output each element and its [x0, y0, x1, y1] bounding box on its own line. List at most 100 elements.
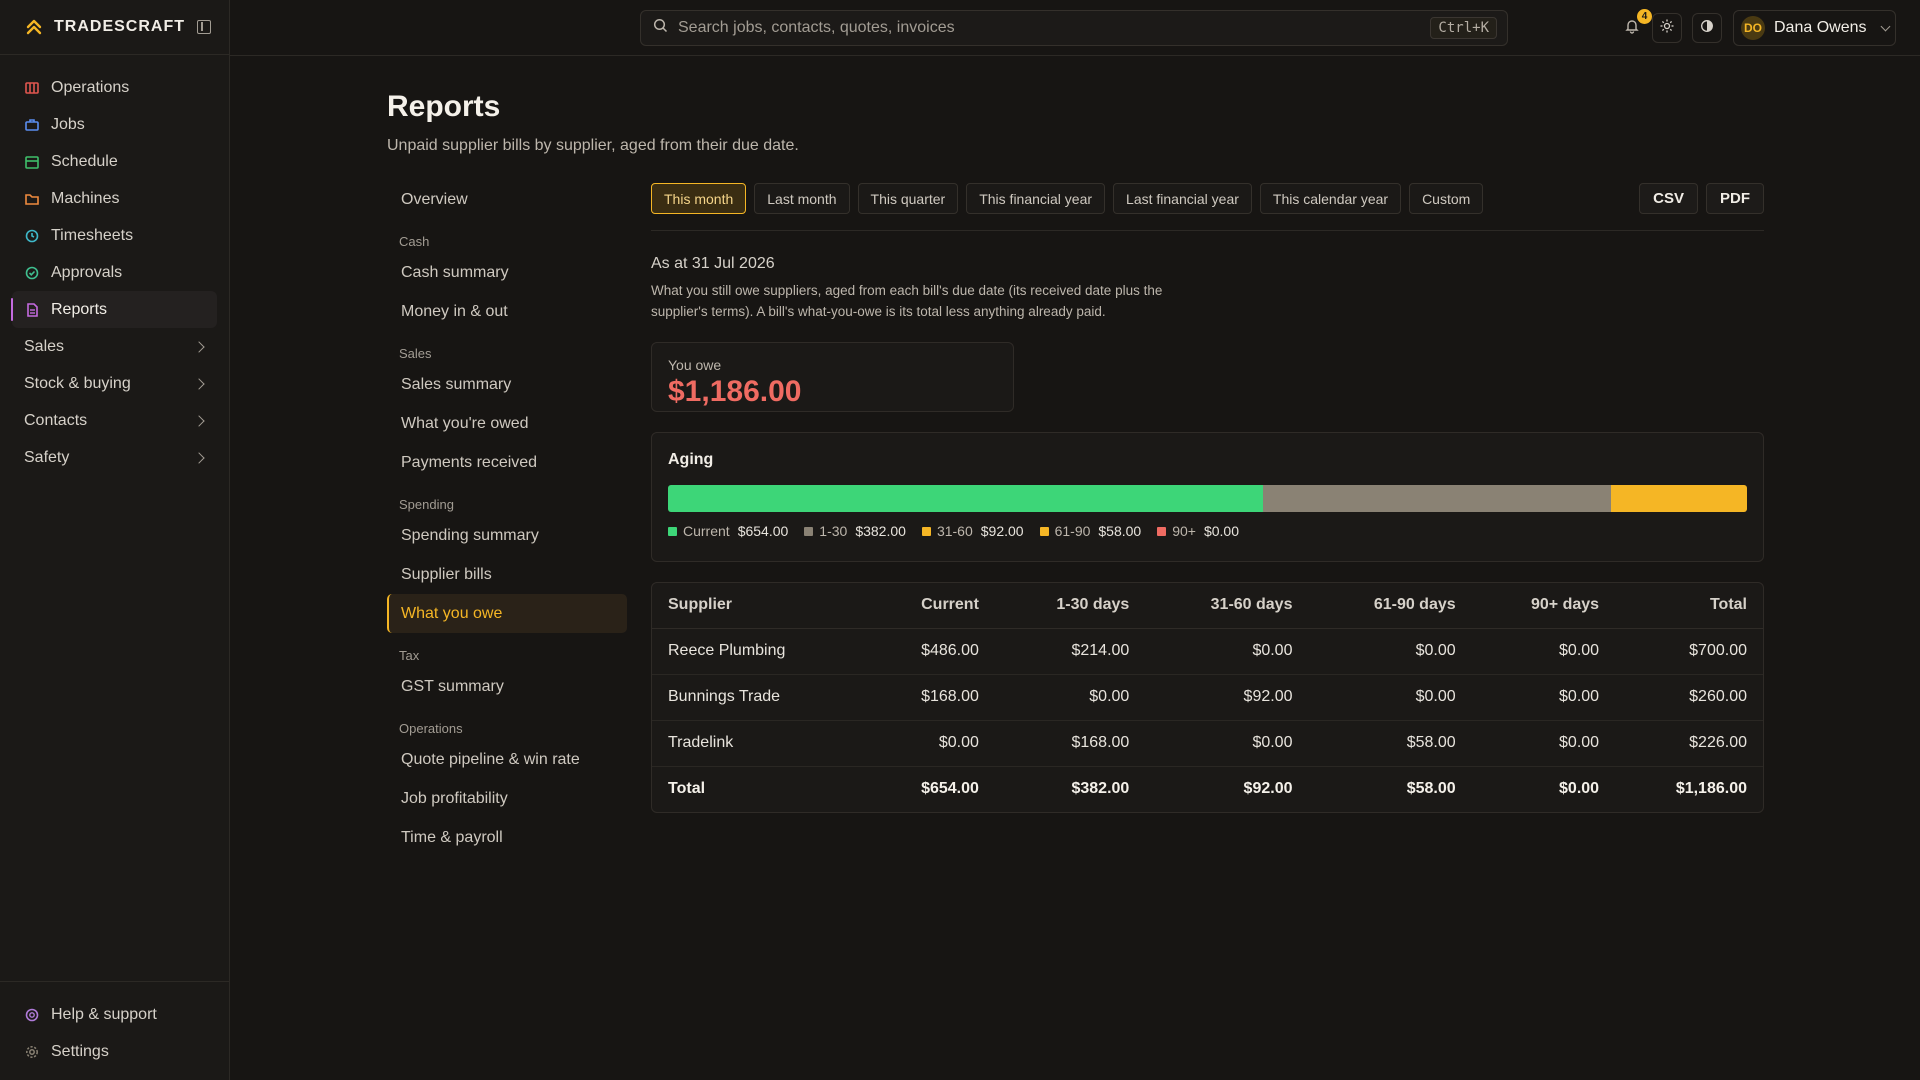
suppliers-table-card: Supplier Current 1-30 days 31-60 days 61… — [651, 582, 1764, 813]
report-nav-heading-spending: Spending — [399, 497, 454, 512]
you-owe-amount: $1,186.00 — [668, 375, 802, 408]
sidebar-footer: Help & support Settings — [0, 981, 229, 1080]
report-nav-payments-received[interactable]: Payments received — [387, 443, 627, 482]
sidebar-item-machines[interactable]: Machines — [12, 180, 217, 217]
suppliers-table: Supplier Current 1-30 days 31-60 days 61… — [652, 583, 1763, 812]
legend-swatch — [1157, 526, 1167, 536]
you-owe-label: You owe — [668, 357, 722, 373]
you-owe-card: You owe $1,186.00 — [651, 342, 1014, 412]
filter-this-financial-year[interactable]: This financial year — [966, 183, 1106, 214]
table-cell: Bunnings Trade — [652, 674, 867, 721]
column-header-90-plus[interactable]: 90+ days — [1471, 583, 1616, 629]
table-cell: $168.00 — [866, 674, 995, 721]
report-nav-quote-pipeline[interactable]: Quote pipeline & win rate — [387, 740, 627, 779]
user-menu[interactable]: DO Dana Owens — [1733, 10, 1896, 46]
sun-icon — [1660, 19, 1674, 38]
contrast-icon — [1700, 19, 1714, 38]
sidebar-group-label: Stock & buying — [24, 374, 131, 392]
app-name: TRADESCRAFT — [54, 18, 185, 35]
table-cell: $0.00 — [1471, 674, 1616, 721]
legend-swatch — [921, 526, 931, 536]
table-cell: $0.00 — [1308, 674, 1472, 721]
column-header-31-60[interactable]: 31-60 days — [1145, 583, 1309, 629]
column-header-supplier[interactable]: Supplier — [652, 583, 867, 629]
collapse-sidebar-icon[interactable] — [197, 20, 211, 34]
filter-this-quarter[interactable]: This quarter — [857, 183, 959, 214]
sidebar-item-timesheets[interactable]: Timesheets — [12, 217, 217, 254]
divider — [651, 230, 1764, 231]
sidebar-group-label: Sales — [24, 337, 65, 355]
chevron-right-icon — [193, 340, 205, 353]
column-header-61-90[interactable]: 61-90 days — [1308, 583, 1472, 629]
filter-this-calendar-year[interactable]: This calendar year — [1259, 183, 1402, 214]
export-buttons: CSV PDF — [1639, 183, 1764, 214]
report-nav: Overview Cash Cash summary Money in & ou… — [387, 180, 627, 857]
search-input[interactable] — [678, 19, 1421, 37]
aging-legend-item: 90+ $0.00 — [1157, 523, 1239, 539]
sidebar-item-label: Help & support — [51, 1005, 157, 1023]
report-nav-overview[interactable]: Overview — [387, 180, 627, 219]
table-cell: $92.00 — [1145, 674, 1309, 721]
sidebar-item-reports[interactable]: Reports — [11, 291, 217, 328]
topbar: Ctrl+K 4 DO Dana Owens — [230, 0, 1920, 56]
sidebar-group-safety[interactable]: Safety — [12, 439, 217, 476]
theme-toggle-button[interactable] — [1652, 13, 1682, 43]
notifications-button[interactable]: 4 — [1618, 9, 1652, 42]
aging-segment-61-90 — [1694, 485, 1747, 512]
sidebar-group-sales[interactable]: Sales — [12, 328, 217, 365]
global-search[interactable]: Ctrl+K — [640, 10, 1508, 46]
sidebar-item-settings[interactable]: Settings — [12, 1033, 217, 1070]
sidebar-group-contacts[interactable]: Contacts — [12, 402, 217, 439]
sidebar-item-help[interactable]: Help & support — [12, 996, 217, 1033]
table-cell: $382.00 — [994, 765, 1146, 812]
sidebar-item-operations[interactable]: Operations — [12, 69, 217, 106]
report-nav-what-youre-owed[interactable]: What you're owed — [387, 404, 627, 443]
aging-legend-item: 31-60 $92.00 — [921, 523, 1024, 539]
sidebar-item-approvals[interactable]: Approvals — [12, 254, 217, 291]
filter-last-month[interactable]: Last month — [754, 183, 850, 214]
table-cell: $0.00 — [1471, 765, 1616, 812]
column-header-1-30[interactable]: 1-30 days — [994, 583, 1146, 629]
table-row[interactable]: Tradelink $0.00 $168.00 $0.00 $58.00 $0.… — [652, 720, 1763, 767]
export-csv-button[interactable]: CSV — [1639, 183, 1698, 214]
sidebar-item-schedule[interactable]: Schedule — [12, 143, 217, 180]
table-cell: $0.00 — [1471, 720, 1616, 767]
export-pdf-button[interactable]: PDF — [1706, 183, 1764, 214]
contrast-button[interactable] — [1692, 13, 1722, 43]
table-row[interactable]: Reece Plumbing $486.00 $214.00 $0.00 $0.… — [652, 628, 1763, 675]
table-cell: $0.00 — [994, 674, 1146, 721]
filter-last-financial-year[interactable]: Last financial year — [1113, 183, 1252, 214]
sidebar-item-label: Jobs — [51, 115, 85, 133]
legend-amount: $0.00 — [1203, 523, 1240, 539]
table-cell: $226.00 — [1615, 720, 1763, 767]
table-cell: $0.00 — [1145, 628, 1309, 675]
legend-swatch — [804, 526, 814, 536]
column-header-total[interactable]: Total — [1615, 583, 1763, 629]
table-cell: $0.00 — [1308, 628, 1472, 675]
report-nav-supplier-bills[interactable]: Supplier bills — [387, 555, 627, 594]
tradescraft-logo-icon — [24, 17, 44, 37]
filter-this-month[interactable]: This month — [651, 183, 747, 214]
report-nav-spending-summary[interactable]: Spending summary — [387, 516, 627, 555]
report-nav-time-payroll[interactable]: Time & payroll — [387, 818, 627, 857]
sidebar-item-label: Approvals — [51, 263, 123, 281]
report-nav-money-in-out[interactable]: Money in & out — [387, 292, 627, 331]
table-cell: $58.00 — [1308, 765, 1472, 812]
period-filters: This month Last month This quarter This … — [651, 183, 1484, 214]
sidebar-item-jobs[interactable]: Jobs — [12, 106, 217, 143]
sidebar-item-label: Machines — [51, 189, 120, 207]
table-cell: $168.00 — [994, 720, 1146, 767]
report-nav-heading-operations: Operations — [399, 721, 463, 736]
report-nav-what-you-owe[interactable]: What you owe — [387, 594, 627, 633]
table-row[interactable]: Bunnings Trade $168.00 $0.00 $92.00 $0.0… — [652, 674, 1763, 721]
filter-custom[interactable]: Custom — [1409, 183, 1484, 214]
primary-nav: Operations Jobs Schedule Machines Timesh… — [0, 55, 229, 328]
column-header-current[interactable]: Current — [866, 583, 995, 629]
report-nav-sales-summary[interactable]: Sales summary — [387, 365, 627, 404]
table-cell: $0.00 — [1145, 720, 1309, 767]
legend-label: Current — [683, 523, 730, 539]
report-nav-gst-summary[interactable]: GST summary — [387, 667, 627, 706]
report-nav-cash-summary[interactable]: Cash summary — [387, 253, 627, 292]
sidebar-group-stock-buying[interactable]: Stock & buying — [12, 365, 217, 402]
report-nav-job-profitability[interactable]: Job profitability — [387, 779, 627, 818]
